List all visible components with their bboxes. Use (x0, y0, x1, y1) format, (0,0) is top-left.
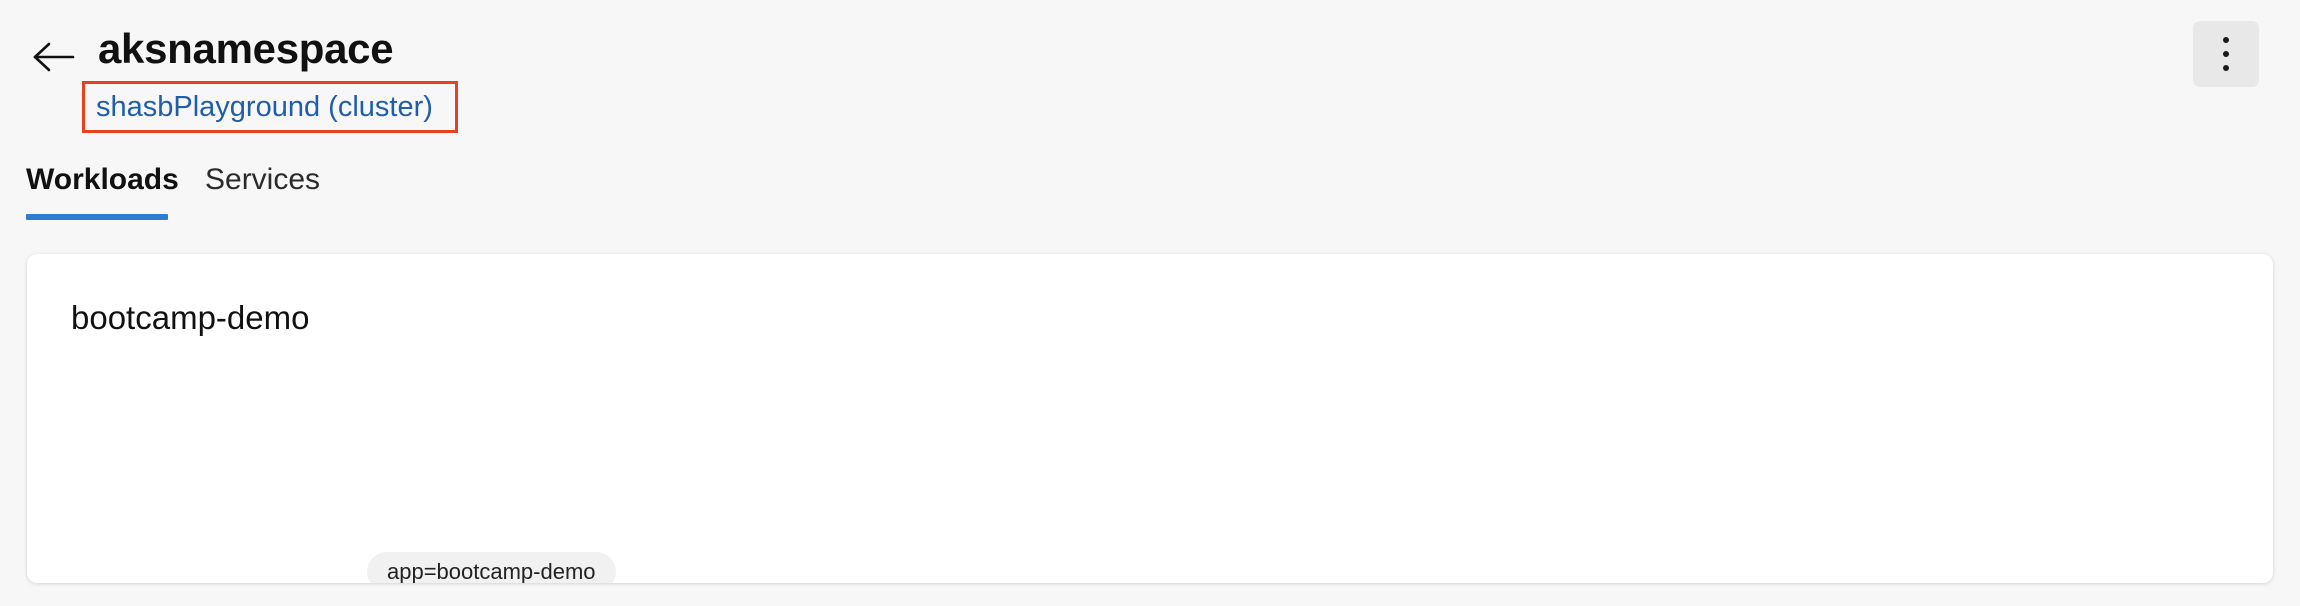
workload-name: bootcamp-demo (71, 299, 310, 336)
active-tab-indicator (26, 214, 168, 220)
page-title: aksnamespace (98, 25, 394, 72)
cluster-link[interactable]: shasbPlayground (cluster) (96, 88, 433, 126)
workload-card-header (27, 254, 2273, 394)
tab-services[interactable]: Services (205, 160, 320, 200)
workload-label-chip: app=bootcamp-demo (367, 552, 616, 583)
arrow-left-icon (32, 40, 76, 74)
more-vertical-icon (2223, 37, 2229, 71)
workload-card: bootcamp-demo app=bootcamp-demo Deployme… (27, 254, 2273, 583)
more-options-button[interactable] (2193, 21, 2259, 87)
page-root: aksnamespace shasbPlayground (cluster) W… (0, 0, 2300, 606)
tab-bar: Workloads Services (0, 160, 2300, 350)
tab-workloads[interactable]: Workloads (26, 160, 179, 200)
back-button[interactable] (30, 33, 78, 81)
